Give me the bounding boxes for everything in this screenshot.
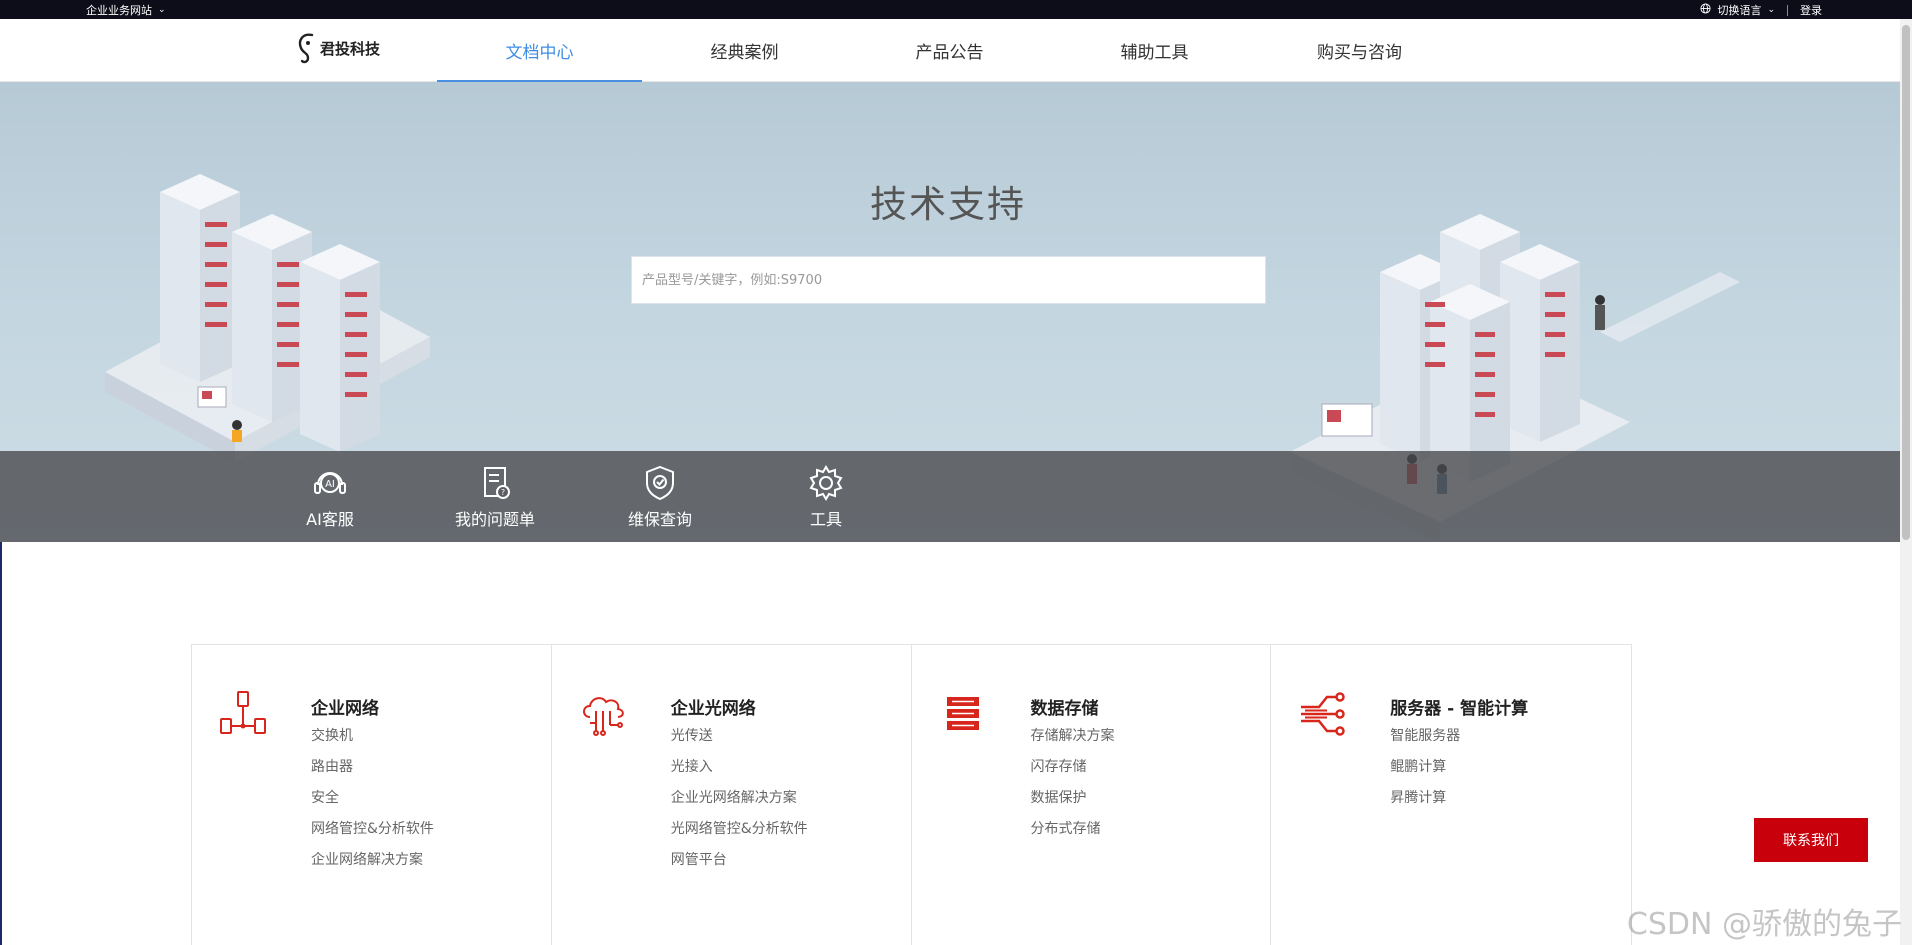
hero-banner: 技术支持 AI AI客服 ? 我的问题单 [0, 82, 1900, 542]
product-categories: 企业网络 交换机 路由器 安全 网络管控&分析软件 企业网络解决方案 企业光网络… [191, 644, 1632, 945]
svg-text:AI: AI [325, 479, 335, 490]
scrollbar[interactable] [1900, 19, 1912, 945]
site-label: 企业业务网站 [86, 4, 152, 17]
login-link[interactable]: 登录 [1800, 2, 1822, 18]
category-link[interactable]: 企业网络解决方案 [311, 851, 434, 882]
quick-link-ai-service[interactable]: AI AI客服 [270, 463, 390, 530]
category-link[interactable]: 光传送 [671, 727, 808, 758]
watermark: CSDN @骄傲的兔子 [1626, 907, 1902, 942]
logo[interactable]: 君投科技 [296, 31, 380, 65]
divider [1787, 4, 1788, 16]
category-title: 数据存储 [1030, 699, 1099, 719]
chevron-down-icon: ⌄ [1767, 5, 1775, 15]
nav-item-cases[interactable]: 经典案例 [642, 19, 847, 82]
shield-icon [646, 465, 674, 501]
category-link[interactable]: 存储解决方案 [1031, 727, 1115, 758]
category-enterprise-network: 企业网络 交换机 路由器 安全 网络管控&分析软件 企业网络解决方案 [192, 645, 552, 945]
enterprise-site-switch[interactable]: 企业业务网站 ⌄ [86, 2, 166, 18]
contact-us-button[interactable]: 联系我们 [1754, 818, 1868, 862]
category-link[interactable]: 昇腾计算 [1390, 789, 1460, 820]
category-link[interactable]: 光网络管控&分析软件 [671, 820, 808, 851]
category-link[interactable]: 光接入 [671, 758, 808, 789]
category-link[interactable]: 数据保护 [1031, 789, 1115, 820]
category-title: 企业光网络 [670, 699, 756, 719]
cloud-circuit-icon [582, 697, 624, 736]
logo-mark-icon [298, 33, 314, 64]
category-title: 企业网络 [311, 699, 379, 719]
category-link[interactable]: 安全 [311, 789, 434, 820]
category-link[interactable]: 路由器 [311, 758, 434, 789]
quick-link-label: AI客服 [306, 510, 354, 529]
language-switch[interactable]: 切换语言 [1717, 2, 1761, 18]
category-link[interactable]: 企业光网络解决方案 [671, 789, 808, 820]
category-link[interactable]: 网络管控&分析软件 [311, 820, 434, 851]
category-data-storage: 数据存储 存储解决方案 闪存存储 数据保护 分布式存储 [912, 645, 1272, 945]
compute-icon [1301, 692, 1345, 736]
category-link[interactable]: 鲲鹏计算 [1390, 758, 1460, 789]
storage-icon [946, 697, 979, 730]
category-title: 服务器 - 智能计算 [1390, 699, 1529, 719]
ticket-icon: ? [484, 467, 510, 499]
nav-item-purchase[interactable]: 购买与咨询 [1257, 19, 1462, 82]
logo-text: 君投科技 [320, 39, 381, 58]
quick-link-warranty[interactable]: 维保查询 [600, 463, 720, 530]
category-link[interactable]: 分布式存储 [1031, 820, 1115, 851]
category-optical-network: 企业光网络 光传送 光接入 企业光网络解决方案 光网络管控&分析软件 网管平台 [552, 645, 912, 945]
quick-link-my-tickets[interactable]: ? 我的问题单 [435, 463, 555, 530]
main-nav: 君投科技 文档中心 经典案例 产品公告 辅助工具 购买与咨询 [0, 19, 1900, 82]
scrollbar-thumb[interactable] [1902, 25, 1910, 540]
nav-item-announcements[interactable]: 产品公告 [847, 19, 1052, 82]
quick-link-label: 我的问题单 [454, 510, 535, 529]
svg-text:?: ? [501, 488, 505, 497]
category-link[interactable]: 智能服务器 [1390, 727, 1460, 758]
top-utility-bar: 企业业务网站 ⌄ 切换语言 ⌄ 登录 [0, 0, 1912, 19]
category-server-compute: 服务器 - 智能计算 智能服务器 鲲鹏计算 昇腾计算 [1271, 645, 1631, 945]
category-link[interactable]: 闪存存储 [1031, 758, 1115, 789]
nav-item-tools[interactable]: 辅助工具 [1052, 19, 1257, 82]
quick-link-label: 工具 [809, 510, 842, 529]
quick-link-label: 维保查询 [627, 510, 692, 529]
nav-item-docs[interactable]: 文档中心 [437, 19, 642, 82]
quick-links-bar: AI AI客服 ? 我的问题单 维保查询 工具 [0, 451, 1900, 542]
page-title: 技术支持 [870, 183, 1026, 226]
category-link[interactable]: 交换机 [311, 727, 434, 758]
chevron-down-icon: ⌄ [158, 5, 166, 15]
ai-service-icon: AI [314, 472, 346, 494]
search-input[interactable] [631, 256, 1266, 304]
gear-icon [809, 465, 843, 501]
network-icon [220, 691, 266, 734]
globe-icon [1700, 3, 1711, 17]
category-link[interactable]: 网管平台 [671, 851, 808, 882]
quick-link-tools[interactable]: 工具 [766, 463, 886, 530]
